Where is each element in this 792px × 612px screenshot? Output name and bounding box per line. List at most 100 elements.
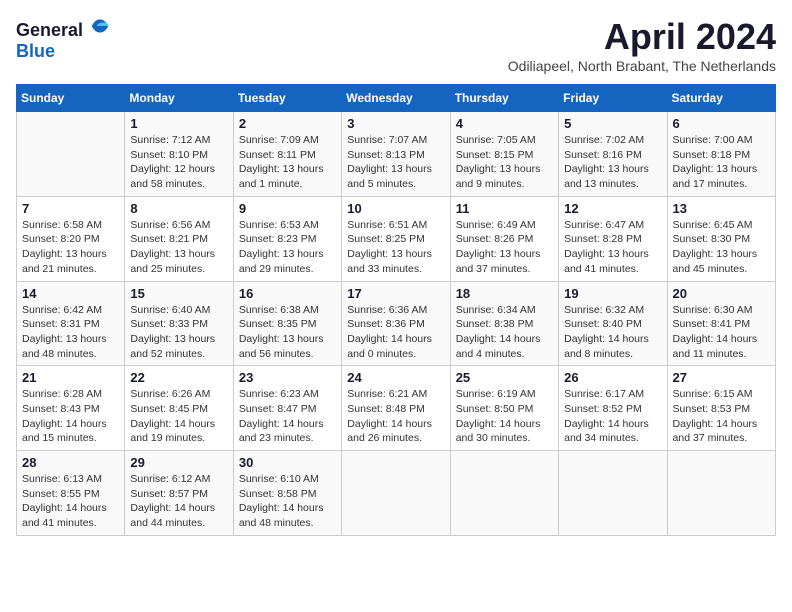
- calendar-title: April 2024: [508, 16, 776, 58]
- weekday-header-wednesday: Wednesday: [342, 85, 450, 112]
- calendar-cell: 28 Sunrise: 6:13 AMSunset: 8:55 PMDayligh…: [17, 451, 125, 536]
- day-info: Sunrise: 7:00 AMSunset: 8:18 PMDaylight:…: [673, 133, 770, 192]
- calendar-cell: 30Sunrise: 6:10 AMSunset: 8:58 PMDayligh…: [233, 451, 341, 536]
- calendar-table: SundayMondayTuesdayWednesdayThursdayFrid…: [16, 84, 776, 536]
- calendar-cell: 11 Sunrise: 6:49 AMSunset: 8:26 PMDayligh…: [450, 196, 558, 281]
- calendar-week-row: 21Sunrise: 6:28 AMSunset: 8:43 PMDayligh…: [17, 366, 776, 451]
- day-info: Sunrise: 6:26 AMSunset: 8:45 PMDaylight:…: [130, 387, 227, 446]
- day-info: Sunrise: 6:17 AMSunset: 8:52 PMDaylight:…: [564, 387, 661, 446]
- day-info: Sunrise: 6:28 AMSunset: 8:43 PMDaylight:…: [22, 387, 119, 446]
- calendar-cell: 3 Sunrise: 7:07 AMSunset: 8:13 PMDaylight…: [342, 112, 450, 197]
- calendar-week-row: 1 Sunrise: 7:12 AMSunset: 8:10 PMDaylight…: [17, 112, 776, 197]
- calendar-cell: 10 Sunrise: 6:51 AMSunset: 8:25 PMDayligh…: [342, 196, 450, 281]
- day-number: 3: [347, 116, 444, 131]
- day-number: 6: [673, 116, 770, 131]
- calendar-subtitle: Odiliapeel, North Brabant, The Netherlan…: [508, 58, 776, 74]
- calendar-cell: 9 Sunrise: 6:53 AMSunset: 8:23 PMDaylight…: [233, 196, 341, 281]
- day-info: Sunrise: 6:45 AMSunset: 8:30 PMDaylight:…: [673, 218, 770, 277]
- logo-icon: [90, 16, 110, 36]
- calendar-cell: 8 Sunrise: 6:56 AMSunset: 8:21 PMDaylight…: [125, 196, 233, 281]
- calendar-cell: 23Sunrise: 6:23 AMSunset: 8:47 PMDayligh…: [233, 366, 341, 451]
- calendar-cell: 19 Sunrise: 6:32 AMSunset: 8:40 PMDayligh…: [559, 281, 667, 366]
- weekday-header-tuesday: Tuesday: [233, 85, 341, 112]
- logo-text: General Blue: [16, 16, 110, 62]
- day-number: 30: [239, 455, 336, 470]
- calendar-cell: 17Sunrise: 6:36 AMSunset: 8:36 PMDayligh…: [342, 281, 450, 366]
- day-number: 8: [130, 201, 227, 216]
- day-info: Sunrise: 6:58 AMSunset: 8:20 PMDaylight:…: [22, 218, 119, 277]
- calendar-cell: [17, 112, 125, 197]
- calendar-cell: 29 Sunrise: 6:12 AMSunset: 8:57 PMDayligh…: [125, 451, 233, 536]
- calendar-cell: 6 Sunrise: 7:00 AMSunset: 8:18 PMDaylight…: [667, 112, 775, 197]
- calendar-cell: [450, 451, 558, 536]
- calendar-cell: 2Sunrise: 7:09 AMSunset: 8:11 PMDaylight…: [233, 112, 341, 197]
- calendar-week-row: 28 Sunrise: 6:13 AMSunset: 8:55 PMDayligh…: [17, 451, 776, 536]
- day-number: 26: [564, 370, 661, 385]
- day-number: 7: [22, 201, 119, 216]
- calendar-cell: 4 Sunrise: 7:05 AMSunset: 8:15 PMDaylight…: [450, 112, 558, 197]
- day-info: Sunrise: 6:15 AMSunset: 8:53 PMDaylight:…: [673, 387, 770, 446]
- day-info: Sunrise: 6:56 AMSunset: 8:21 PMDaylight:…: [130, 218, 227, 277]
- day-info: Sunrise: 7:07 AMSunset: 8:13 PMDaylight:…: [347, 133, 444, 192]
- calendar-cell: 18 Sunrise: 6:34 AMSunset: 8:38 PMDayligh…: [450, 281, 558, 366]
- day-info: Sunrise: 6:32 AMSunset: 8:40 PMDaylight:…: [564, 303, 661, 362]
- day-number: 12: [564, 201, 661, 216]
- calendar-week-row: 14 Sunrise: 6:42 AMSunset: 8:31 PMDayligh…: [17, 281, 776, 366]
- day-info: Sunrise: 6:30 AMSunset: 8:41 PMDaylight:…: [673, 303, 770, 362]
- day-number: 28: [22, 455, 119, 470]
- day-number: 16: [239, 286, 336, 301]
- day-number: 24: [347, 370, 444, 385]
- logo-general: General: [16, 20, 83, 40]
- day-number: 17: [347, 286, 444, 301]
- weekday-header-thursday: Thursday: [450, 85, 558, 112]
- day-number: 19: [564, 286, 661, 301]
- calendar-cell: [342, 451, 450, 536]
- day-info: Sunrise: 6:21 AMSunset: 8:48 PMDaylight:…: [347, 387, 444, 446]
- weekday-header-row: SundayMondayTuesdayWednesdayThursdayFrid…: [17, 85, 776, 112]
- day-number: 10: [347, 201, 444, 216]
- weekday-header-saturday: Saturday: [667, 85, 775, 112]
- day-number: 13: [673, 201, 770, 216]
- day-number: 15: [130, 286, 227, 301]
- day-number: 1: [130, 116, 227, 131]
- day-info: Sunrise: 6:47 AMSunset: 8:28 PMDaylight:…: [564, 218, 661, 277]
- day-number: 5: [564, 116, 661, 131]
- day-info: Sunrise: 6:42 AMSunset: 8:31 PMDaylight:…: [22, 303, 119, 362]
- day-number: 11: [456, 201, 553, 216]
- logo: General Blue: [16, 16, 110, 62]
- calendar-cell: [559, 451, 667, 536]
- calendar-cell: 14 Sunrise: 6:42 AMSunset: 8:31 PMDayligh…: [17, 281, 125, 366]
- day-number: 14: [22, 286, 119, 301]
- day-info: Sunrise: 7:02 AMSunset: 8:16 PMDaylight:…: [564, 133, 661, 192]
- day-number: 25: [456, 370, 553, 385]
- day-number: 18: [456, 286, 553, 301]
- day-info: Sunrise: 6:12 AMSunset: 8:57 PMDaylight:…: [130, 472, 227, 531]
- logo-blue: Blue: [16, 41, 55, 61]
- day-number: 9: [239, 201, 336, 216]
- day-info: Sunrise: 6:53 AMSunset: 8:23 PMDaylight:…: [239, 218, 336, 277]
- calendar-cell: 7 Sunrise: 6:58 AMSunset: 8:20 PMDaylight…: [17, 196, 125, 281]
- day-number: 2: [239, 116, 336, 131]
- calendar-cell: 22 Sunrise: 6:26 AMSunset: 8:45 PMDayligh…: [125, 366, 233, 451]
- calendar-cell: 1 Sunrise: 7:12 AMSunset: 8:10 PMDaylight…: [125, 112, 233, 197]
- day-info: Sunrise: 6:34 AMSunset: 8:38 PMDaylight:…: [456, 303, 553, 362]
- day-number: 27: [673, 370, 770, 385]
- calendar-cell: [667, 451, 775, 536]
- day-info: Sunrise: 7:05 AMSunset: 8:15 PMDaylight:…: [456, 133, 553, 192]
- calendar-week-row: 7 Sunrise: 6:58 AMSunset: 8:20 PMDaylight…: [17, 196, 776, 281]
- calendar-cell: 15 Sunrise: 6:40 AMSunset: 8:33 PMDayligh…: [125, 281, 233, 366]
- weekday-header-sunday: Sunday: [17, 85, 125, 112]
- day-number: 23: [239, 370, 336, 385]
- day-info: Sunrise: 6:51 AMSunset: 8:25 PMDaylight:…: [347, 218, 444, 277]
- day-info: Sunrise: 6:13 AMSunset: 8:55 PMDaylight:…: [22, 472, 119, 531]
- day-info: Sunrise: 7:12 AMSunset: 8:10 PMDaylight:…: [130, 133, 227, 192]
- day-number: 4: [456, 116, 553, 131]
- calendar-cell: 25Sunrise: 6:19 AMSunset: 8:50 PMDayligh…: [450, 366, 558, 451]
- day-info: Sunrise: 6:40 AMSunset: 8:33 PMDaylight:…: [130, 303, 227, 362]
- day-number: 22: [130, 370, 227, 385]
- day-number: 29: [130, 455, 227, 470]
- day-number: 20: [673, 286, 770, 301]
- calendar-cell: 12 Sunrise: 6:47 AMSunset: 8:28 PMDayligh…: [559, 196, 667, 281]
- calendar-cell: 16Sunrise: 6:38 AMSunset: 8:35 PMDayligh…: [233, 281, 341, 366]
- day-info: Sunrise: 6:49 AMSunset: 8:26 PMDaylight:…: [456, 218, 553, 277]
